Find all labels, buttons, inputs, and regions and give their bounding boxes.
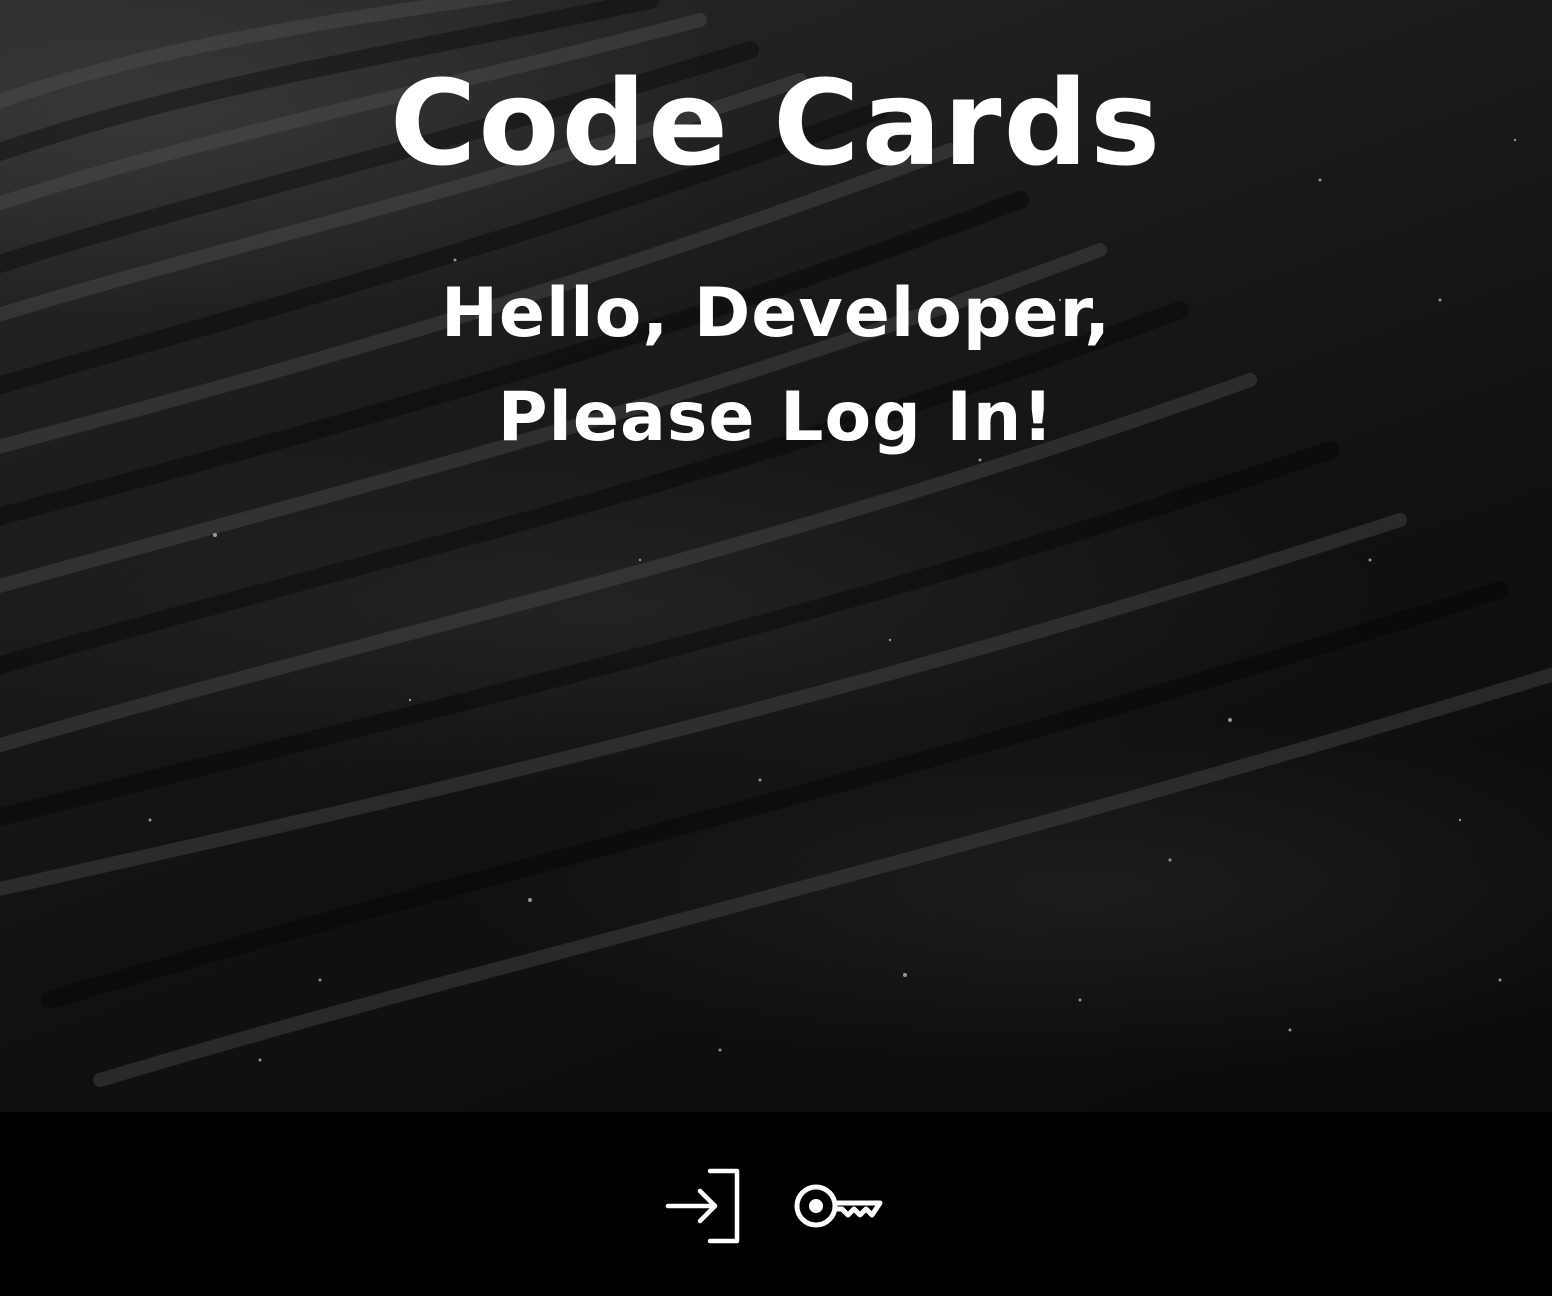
greeting-line-2: Please Log In! xyxy=(497,378,1055,457)
login-button[interactable] xyxy=(660,1163,760,1249)
app-title: Code Cards xyxy=(389,54,1163,192)
key-button[interactable] xyxy=(790,1163,890,1249)
footer-bar xyxy=(0,1112,1552,1296)
greeting-line-1: Hello, Developer, xyxy=(440,274,1112,353)
key-icon xyxy=(794,1184,883,1228)
greeting-message: Hello, Developer, Please Log In! xyxy=(0,262,1552,470)
login-icon xyxy=(665,1168,740,1244)
hero-background: Code Cards Hello, Developer, Please Log … xyxy=(0,0,1552,1112)
